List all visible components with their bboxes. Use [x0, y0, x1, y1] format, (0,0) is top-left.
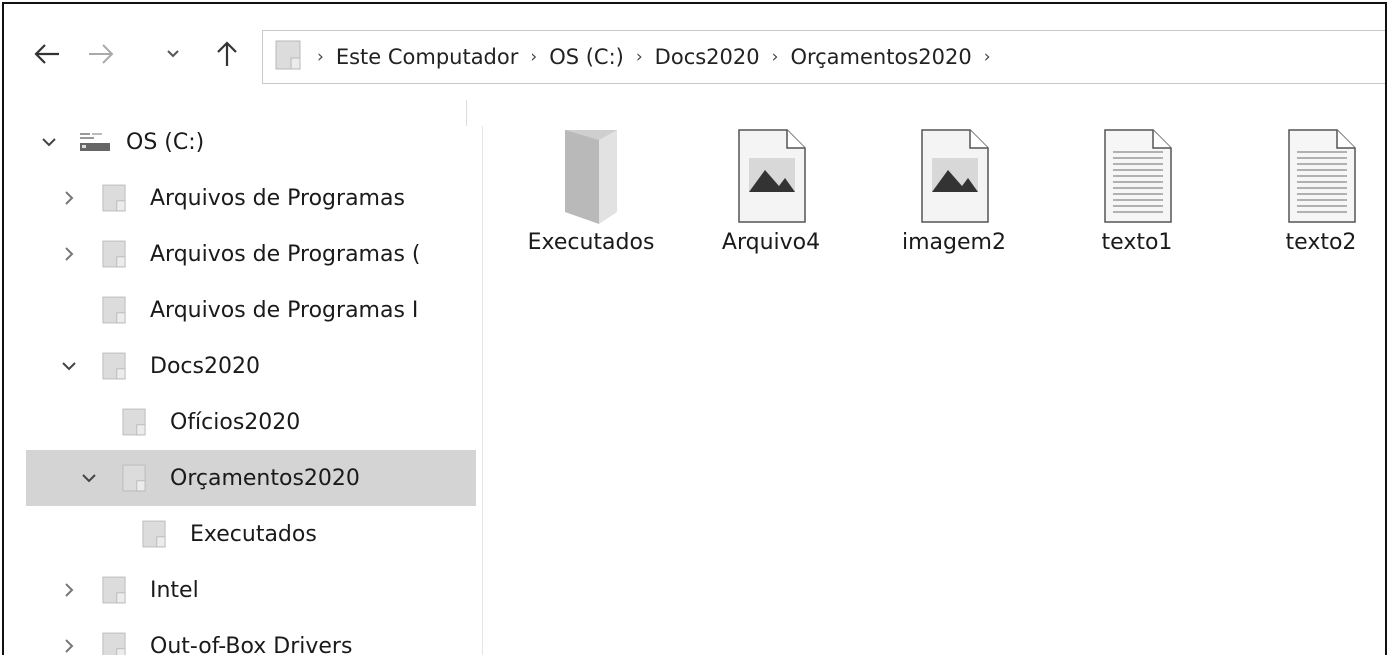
file-item[interactable]: texto2 — [1231, 116, 1385, 286]
text-file-icon — [1101, 116, 1173, 224]
image-file-icon — [918, 116, 990, 224]
file-item[interactable]: texto1 — [1047, 116, 1227, 286]
arrow-up-icon — [217, 41, 237, 66]
sidebar-item-label: OS (C:) — [126, 129, 205, 155]
folder-icon — [102, 631, 126, 655]
breadcrumb-este-computador[interactable]: Este Computador — [332, 45, 523, 69]
folder-icon — [275, 40, 301, 75]
arrow-right-icon — [89, 44, 114, 64]
up-button[interactable] — [210, 34, 244, 74]
breadcrumb-separator: › — [771, 47, 779, 67]
sidebar-item-label: Intel — [150, 577, 199, 603]
folder-icon — [559, 116, 623, 224]
file-item-label: Executados — [527, 230, 655, 255]
chevron-right-icon[interactable] — [56, 577, 82, 603]
drive-icon — [78, 131, 112, 153]
sidebar-item-label: Arquivos de Programas ( — [150, 241, 421, 267]
folder-icon — [102, 575, 126, 605]
image-file-icon — [735, 116, 807, 224]
arrow-left-icon — [34, 44, 59, 64]
chevron-down-icon — [167, 50, 179, 58]
sidebar-item-label: Arquivos de Programas I — [150, 297, 419, 323]
address-row: › Este Computador › OS (C:) › Docs2020 ›… — [4, 4, 1385, 104]
folder-icon — [142, 519, 166, 549]
back-button[interactable] — [30, 34, 64, 74]
chevron-right-icon[interactable] — [56, 185, 82, 211]
sidebar-item[interactable]: Executados — [26, 506, 476, 562]
breadcrumb-os-c[interactable]: OS (C:) — [545, 45, 628, 69]
text-file-icon — [1285, 116, 1357, 224]
folder-icon — [102, 351, 126, 381]
recent-locations-button[interactable] — [162, 34, 184, 74]
sidebar-item-label: Ofícios2020 — [170, 409, 301, 435]
chevron-right-icon[interactable] — [56, 633, 82, 655]
file-item-label: Arquivo4 — [721, 230, 821, 255]
chevron-right-icon[interactable] — [56, 241, 82, 267]
sidebar-item[interactable]: Orçamentos2020 — [26, 450, 476, 506]
sidebar-item[interactable]: Intel — [26, 562, 476, 618]
sidebar-item[interactable]: Ofícios2020 — [26, 394, 476, 450]
folder-icon — [102, 183, 126, 213]
file-item-label: texto2 — [1285, 230, 1357, 255]
folder-icon — [122, 407, 146, 437]
sidebar-item[interactable]: Docs2020 — [26, 338, 476, 394]
sidebar-item-label: Docs2020 — [150, 353, 260, 379]
sidebar-item[interactable]: Arquivos de Programas I — [26, 282, 476, 338]
file-explorer-window: › Este Computador › OS (C:) › Docs2020 ›… — [2, 2, 1387, 655]
file-item-label: texto1 — [1101, 230, 1173, 255]
sidebar-item[interactable]: Out-of-Box Drivers — [26, 618, 476, 655]
breadcrumb-separator: › — [983, 47, 991, 67]
breadcrumb-docs2020[interactable]: Docs2020 — [651, 45, 764, 69]
breadcrumb-orcamentos2020[interactable]: Orçamentos2020 — [786, 45, 975, 69]
sidebar-item-label: Arquivos de Programas — [150, 185, 405, 211]
breadcrumb-separator: › — [317, 47, 324, 67]
folder-icon — [122, 463, 146, 493]
file-item-label: imagem2 — [902, 230, 1006, 255]
forward-button[interactable] — [84, 34, 118, 74]
chevron-down-icon[interactable] — [56, 353, 82, 379]
sidebar-item-label: Executados — [190, 521, 317, 547]
sidebar-item[interactable]: Arquivos de Programas ( — [26, 226, 476, 282]
folder-icon — [102, 239, 126, 269]
sidebar-item[interactable]: OS (C:) — [26, 114, 476, 170]
chevron-down-icon[interactable] — [36, 129, 62, 155]
file-item[interactable]: Executados — [501, 116, 681, 286]
breadcrumb-separator: › — [635, 47, 643, 67]
sidebar-item-label: Out-of-Box Drivers — [150, 633, 353, 655]
address-bar[interactable]: › Este Computador › OS (C:) › Docs2020 ›… — [262, 30, 1385, 84]
file-item[interactable]: Arquivo4 — [681, 116, 861, 286]
chevron-down-icon[interactable] — [76, 465, 102, 491]
sidebar-item[interactable]: Arquivos de Programas — [26, 170, 476, 226]
folder-icon — [102, 295, 126, 325]
pane-divider — [482, 126, 483, 655]
file-item[interactable]: imagem2 — [864, 116, 1044, 286]
breadcrumb-separator: › — [530, 47, 538, 67]
sidebar-item-label: Orçamentos2020 — [170, 465, 360, 491]
